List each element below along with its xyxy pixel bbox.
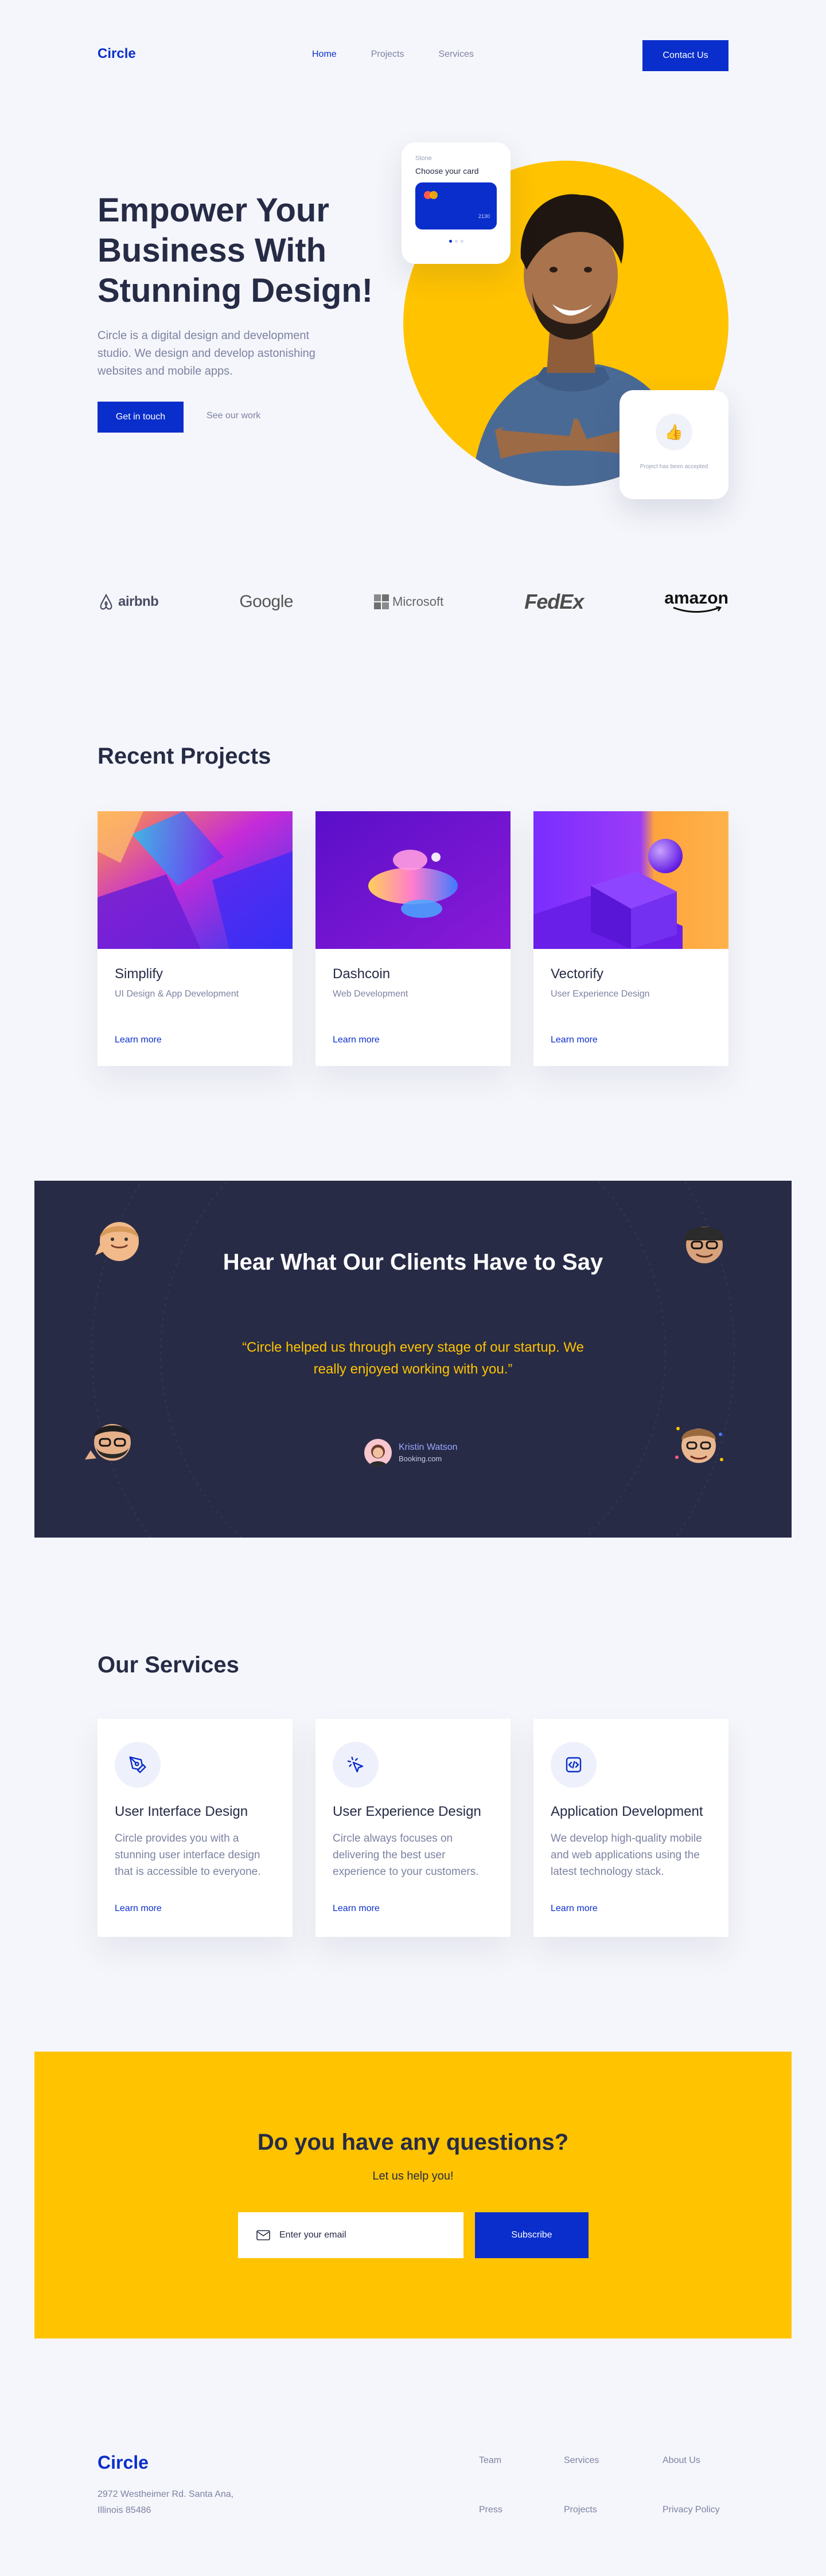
nav-link-services[interactable]: Services — [438, 49, 473, 60]
learn-more-link[interactable]: Learn more — [551, 1035, 598, 1045]
footer-link-about[interactable]: About Us — [663, 2456, 700, 2466]
memoji-avatar — [85, 1424, 131, 1461]
services-grid: User Interface Design Circle provides yo… — [98, 1719, 728, 1937]
avatar — [364, 1439, 392, 1466]
projects-grid: Simplify UI Design & App Development Lea… — [98, 811, 728, 1066]
project-title: Dashcoin — [333, 966, 391, 982]
hero-title-line: Stunning Design! — [98, 272, 373, 309]
fedex-logo-text: FedEx — [524, 590, 584, 613]
nav-links: Home Projects Services — [312, 49, 474, 60]
project-accepted-widget: 👍 Project has been accepted — [620, 390, 728, 499]
services-title: Our Services — [98, 1652, 239, 1678]
email-input[interactable] — [279, 2230, 440, 2240]
footer-link-projects[interactable]: Projects — [564, 2505, 597, 2515]
credit-card[interactable]: 2130 — [415, 182, 497, 229]
project-image — [98, 811, 293, 949]
project-title: Simplify — [115, 966, 163, 982]
project-title: Vectorify — [551, 966, 604, 982]
project-card-dashcoin[interactable]: Dashcoin Web Development Learn more — [315, 811, 511, 1066]
card-logo-icon — [424, 191, 438, 199]
amazon-logo: amazon — [664, 590, 728, 613]
choose-card-widget: Stone Choose your card 2130 — [402, 142, 511, 264]
code-icon — [551, 1742, 597, 1788]
learn-more-link[interactable]: Learn more — [551, 1904, 598, 1914]
get-in-touch-button[interactable]: Get in touch — [98, 402, 184, 433]
hero-title-line: Business With — [98, 232, 327, 269]
footer-link-services[interactable]: Services — [564, 2456, 599, 2466]
hero-title: Empower Your Business With Stunning Desi… — [98, 190, 396, 311]
project-subtitle: UI Design & App Development — [115, 989, 239, 999]
project-image — [533, 811, 728, 949]
author-name: Kristin Watson — [399, 1442, 458, 1452]
logo[interactable]: Circle — [98, 46, 136, 62]
newsletter-title: Do you have any questions? — [257, 2130, 569, 2155]
learn-more-link[interactable]: Learn more — [115, 1035, 162, 1045]
mail-icon — [256, 2230, 270, 2240]
hero-title-line: Empower Your — [98, 192, 329, 229]
footer-address: 2972 Westheimer Rd. Santa Ana, Illinois … — [98, 2489, 234, 2515]
airbnb-logo-text: airbnb — [118, 594, 159, 609]
cursor-click-icon — [333, 1742, 379, 1788]
accept-text: Project has been accepted — [640, 464, 708, 470]
microsoft-logo: Microsoft — [374, 594, 443, 609]
card-pager[interactable] — [415, 240, 497, 243]
service-card-dev: Application Development We develop high-… — [533, 1719, 728, 1937]
project-subtitle: Web Development — [333, 989, 408, 999]
card-number: 2130 — [478, 213, 490, 219]
testimonial-quote: “Circle helped us through every stage of… — [242, 1340, 584, 1377]
airbnb-logo: airbnb — [98, 593, 159, 611]
testimonial-section: Hear What Our Clients Have to Say “Circl… — [34, 1181, 792, 1538]
card-brand-label: Stone — [415, 155, 432, 162]
nav-link-projects[interactable]: Projects — [371, 49, 404, 60]
microsoft-logo-text: Microsoft — [392, 594, 444, 609]
service-description: We develop high-quality mobile and web a… — [551, 1832, 702, 1878]
subscribe-button[interactable]: Subscribe — [475, 2212, 589, 2258]
service-description: Circle always focuses on delivering the … — [333, 1832, 479, 1878]
service-description: Circle provides you with a stunning user… — [115, 1832, 261, 1878]
nav-link-home[interactable]: Home — [312, 49, 337, 60]
fedex-logo: FedEx — [524, 590, 584, 614]
project-image — [315, 811, 511, 949]
service-title: User Experience Design — [333, 1804, 481, 1819]
service-title: User Interface Design — [115, 1804, 248, 1819]
footer-logo[interactable]: Circle — [98, 2452, 149, 2473]
top-nav: Circle Home Projects Services Contact Us — [98, 40, 728, 71]
see-our-work-link[interactable]: See our work — [206, 411, 260, 421]
author-company: Booking.com — [399, 1454, 442, 1463]
learn-more-link[interactable]: Learn more — [333, 1035, 380, 1045]
hero-description: Circle is a digital design and developme… — [98, 329, 315, 378]
project-card-simplify[interactable]: Simplify UI Design & App Development Lea… — [98, 811, 293, 1066]
google-logo: Google — [239, 592, 293, 612]
learn-more-link[interactable]: Learn more — [115, 1904, 162, 1914]
contact-button[interactable]: Contact Us — [642, 40, 728, 71]
newsletter-subtitle: Let us help you! — [372, 2170, 454, 2182]
card-widget-title: Choose your card — [415, 166, 479, 176]
amazon-logo-text: amazon — [664, 589, 728, 608]
pen-tool-icon — [115, 1742, 161, 1788]
testimonial-title: Hear What Our Clients Have to Say — [223, 1250, 603, 1275]
newsletter-section: Do you have any questions? Let us help y… — [34, 2052, 792, 2338]
client-logos: airbnb Google Microsoft FedEx amazon — [98, 586, 728, 617]
google-logo-text: Google — [239, 592, 294, 611]
service-card-ux: User Experience Design Circle always foc… — [315, 1719, 511, 1937]
project-card-vectorify[interactable]: Vectorify User Experience Design Learn m… — [533, 811, 728, 1066]
email-field[interactable] — [238, 2212, 463, 2258]
footer-link-team[interactable]: Team — [479, 2456, 501, 2466]
projects-title: Recent Projects — [98, 744, 271, 769]
memoji-avatar — [675, 1427, 723, 1463]
service-title: Application Development — [551, 1804, 703, 1819]
learn-more-link[interactable]: Learn more — [333, 1904, 380, 1914]
thumbs-up-icon: 👍 — [656, 414, 692, 450]
footer-link-press[interactable]: Press — [479, 2505, 502, 2515]
testimonial-author: Kristin Watson Booking.com — [364, 1439, 458, 1466]
project-subtitle: User Experience Design — [551, 989, 650, 999]
footer-link-privacy[interactable]: Privacy Policy — [663, 2505, 720, 2515]
service-card-ui: User Interface Design Circle provides yo… — [98, 1719, 293, 1937]
